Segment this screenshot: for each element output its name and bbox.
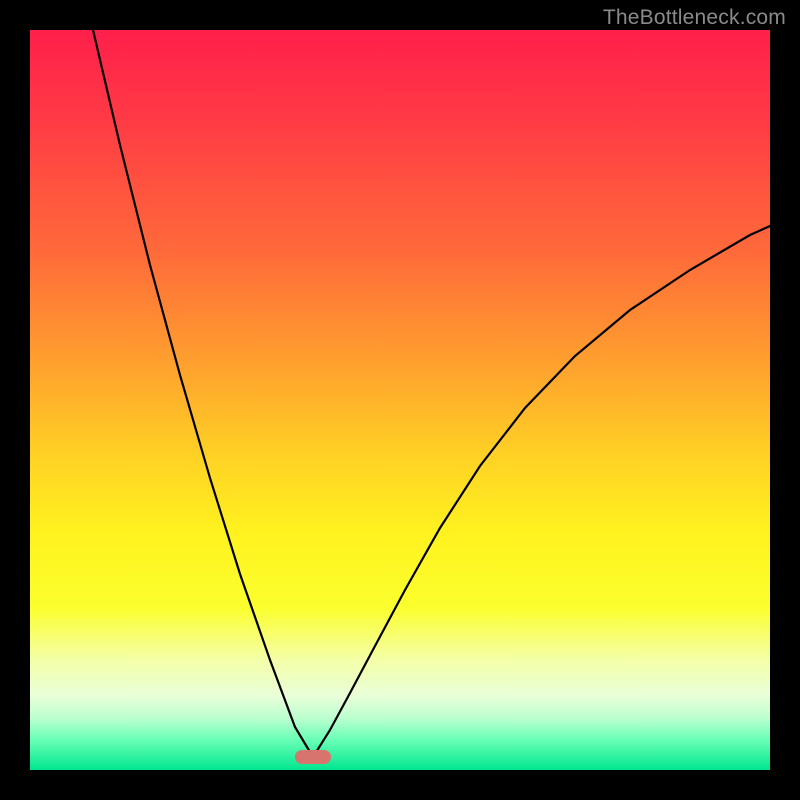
- curve-left-branch: [93, 30, 313, 757]
- plot-frame: [30, 30, 770, 770]
- minimum-marker: [295, 750, 331, 764]
- curve-right-branch: [313, 226, 770, 757]
- watermark-text: TheBottleneck.com: [603, 6, 786, 30]
- curve-svg: [30, 30, 770, 770]
